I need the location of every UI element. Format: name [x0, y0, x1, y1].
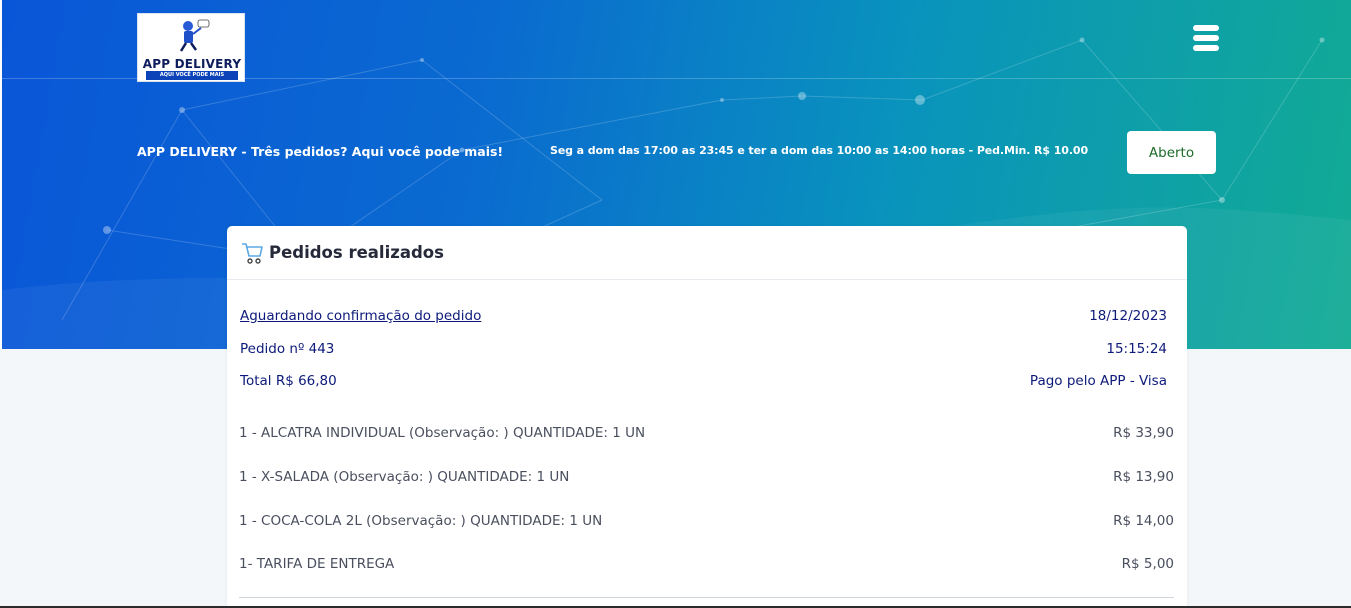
logo-brand-name: APP DELIVERY: [142, 57, 242, 71]
order-time: 15:15:24: [1106, 341, 1167, 357]
order-item: 1- TARIFA DE ENTREGA R$ 5,00: [239, 556, 1174, 572]
hamburger-menu-icon[interactable]: [1193, 25, 1219, 51]
order-number: Pedido nº 443: [240, 341, 335, 357]
order-item-description: 1 - COCA-COLA 2L (Observação: ) QUANTIDA…: [239, 513, 603, 529]
order-item-description: 1 - X-SALADA (Observação: ) QUANTIDADE: …: [239, 469, 570, 485]
order-payment: Pago pelo APP - Visa: [1029, 373, 1167, 389]
orders-title: Pedidos realizados: [269, 243, 444, 262]
store-slogan: APP DELIVERY - Três pedidos? Aqui você p…: [137, 144, 504, 159]
order-item-price: R$ 5,00: [1121, 556, 1174, 572]
order-item-price: R$ 14,00: [1113, 513, 1174, 529]
order-item-price: R$ 13,90: [1113, 469, 1174, 485]
shopping-cart-icon: [242, 242, 263, 264]
order-date: 18/12/2023: [1089, 308, 1167, 324]
order-status-row: Aguardando confirmação do pedido 18/12/2…: [240, 308, 1167, 324]
order-item: 1 - ALCATRA INDIVIDUAL (Observação: ) QU…: [239, 425, 1174, 441]
opening-hours: Seg a dom das 17:00 as 23:45 e ter a dom…: [550, 144, 1089, 157]
logo-tagline: AQUI VOCÊ PODE MAIS: [146, 71, 238, 80]
order-item: 1 - X-SALADA (Observação: ) QUANTIDADE: …: [239, 469, 1174, 485]
store-status-button[interactable]: Aberto: [1127, 131, 1216, 174]
order-item-description: 1 - ALCATRA INDIVIDUAL (Observação: ) QU…: [239, 425, 646, 441]
order-total-row: Total R$ 66,80 Pago pelo APP - Visa: [240, 373, 1167, 389]
brand-logo[interactable]: APP DELIVERY AQUI VOCÊ PODE MAIS: [137, 13, 245, 82]
order-number-row: Pedido nº 443 15:15:24: [240, 341, 1167, 357]
menu-bar: [1193, 25, 1219, 31]
orders-card: Pedidos realizados Aguardando confirmaçã…: [227, 226, 1187, 608]
menu-bar: [1193, 35, 1219, 41]
order-item-description: 1- TARIFA DE ENTREGA: [239, 556, 395, 572]
delivery-mascot-icon: [179, 19, 210, 52]
order-item-price: R$ 33,90: [1113, 425, 1174, 441]
order-item: 1 - COCA-COLA 2L (Observação: ) QUANTIDA…: [239, 513, 1174, 529]
menu-bar: [1193, 45, 1219, 51]
order-total: Total R$ 66,80: [240, 373, 337, 389]
order-divider: [239, 597, 1174, 598]
orders-card-header: Pedidos realizados: [227, 226, 1187, 280]
order-status-link[interactable]: Aguardando confirmação do pedido: [240, 308, 481, 324]
